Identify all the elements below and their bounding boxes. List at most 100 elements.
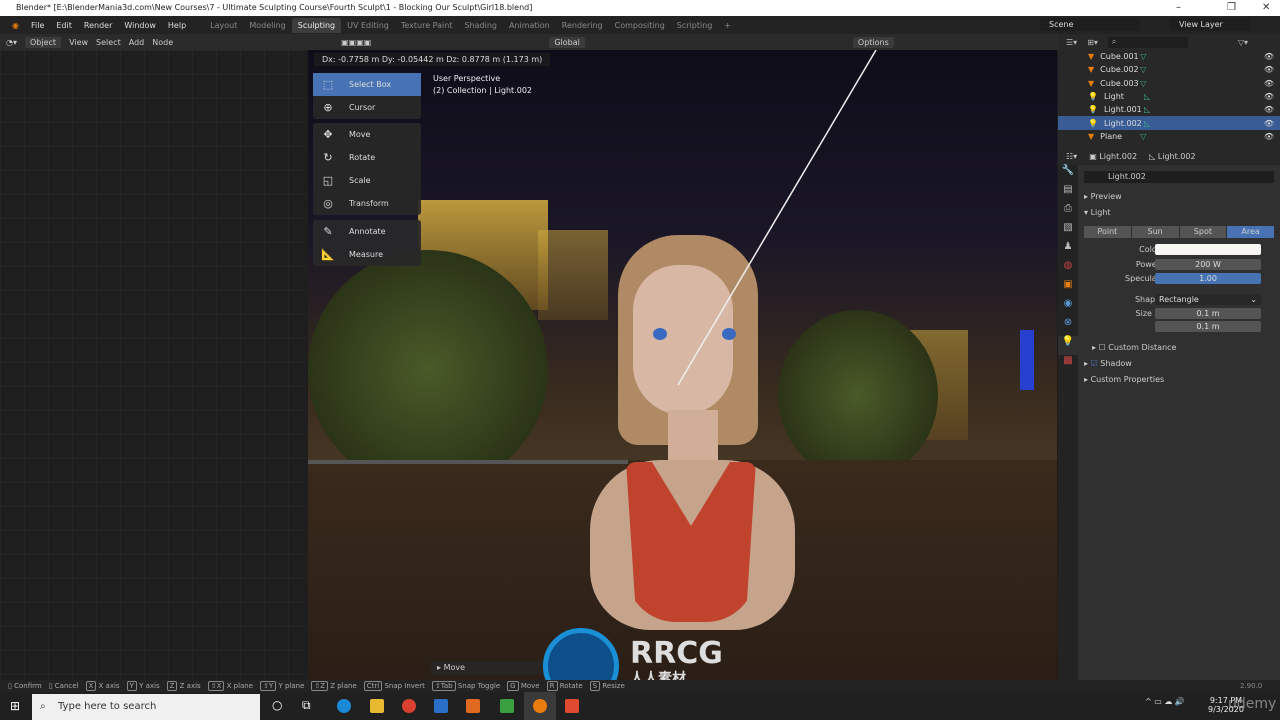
tab-modeling[interactable]: Modeling — [243, 21, 291, 30]
view-layer-tab-icon[interactable]: ▧ — [1058, 222, 1078, 241]
light-panel-header[interactable]: ▾ Light — [1084, 208, 1111, 217]
preview-panel-header[interactable]: ▸ Preview — [1084, 192, 1122, 201]
menu-select[interactable]: Select — [96, 38, 121, 47]
filter-icon[interactable]: ⊞▾ — [1087, 38, 1098, 47]
file-explorer-icon[interactable] — [370, 699, 384, 713]
light-type-sun[interactable]: Sun — [1131, 226, 1179, 238]
light-datablock-field[interactable]: Light.002 — [1084, 171, 1274, 183]
blender-taskbar-button[interactable] — [524, 692, 556, 720]
eye-icon[interactable]: 👁 — [1264, 105, 1274, 114]
scene-tab-icon[interactable]: ♟ — [1058, 241, 1078, 260]
outliner-item[interactable]: 💡 Light.001 ◺ 👁 — [1058, 103, 1280, 116]
menu-window[interactable]: Window — [118, 21, 162, 30]
maximize-button[interactable]: ❐ — [1227, 0, 1236, 16]
eye-icon[interactable]: 👁 — [1264, 132, 1274, 141]
tool-transform[interactable]: ◎ Transform — [313, 192, 421, 215]
power-field[interactable]: 200 W — [1155, 259, 1261, 270]
outliner-item[interactable]: 💡 Light.002 ◺ 👁 — [1058, 116, 1280, 130]
photos-icon[interactable] — [434, 699, 448, 713]
size-x-field[interactable]: 0.1 m — [1155, 308, 1261, 319]
tab-uv-editing[interactable]: UV Editing — [341, 21, 395, 30]
sublime-icon[interactable] — [466, 699, 480, 713]
minimize-button[interactable]: – — [1176, 0, 1181, 16]
camtasia-icon[interactable] — [500, 699, 514, 713]
3d-viewport[interactable]: Dx: -0.7758 m Dy: -0.05442 m Dz: 0.8778 … — [308, 50, 1057, 680]
tool-select-box[interactable]: ⬚ Select Box — [313, 73, 421, 96]
world-tab-icon[interactable]: ◍ — [1058, 260, 1078, 279]
specular-slider[interactable]: 1.00 — [1155, 273, 1261, 284]
tool-tab-icon[interactable]: 🔧 — [1058, 165, 1078, 184]
task-view-icon[interactable]: ⧉ — [302, 698, 311, 713]
tool-annotate[interactable]: ✎ Annotate — [313, 220, 421, 243]
output-tab-icon[interactable]: ⎙ — [1058, 203, 1078, 222]
shape-dropdown[interactable]: Rectangle ⌄ — [1155, 294, 1261, 305]
cortana-icon[interactable]: ○ — [272, 698, 282, 712]
shadow-panel[interactable]: ▸ ☑ Shadow — [1084, 359, 1132, 368]
color-swatch[interactable] — [1155, 244, 1261, 255]
physics-tab-icon[interactable]: ◉ — [1058, 298, 1078, 317]
outliner-item[interactable]: ▼ Cube.002 ▽ 👁 — [1058, 63, 1280, 76]
view-layer-selector[interactable]: View Layer — [1170, 18, 1250, 31]
render-tab-icon[interactable]: ▤ — [1058, 184, 1078, 203]
add-workspace-button[interactable]: + — [718, 21, 737, 30]
eye-icon[interactable]: 👁 — [1264, 119, 1274, 128]
menu-add[interactable]: Add — [129, 38, 145, 47]
tab-shading[interactable]: Shading — [458, 21, 503, 30]
tab-compositing[interactable]: Compositing — [609, 21, 671, 30]
blender-logo-icon[interactable]: ◉ — [6, 21, 25, 30]
outliner-item[interactable]: 💡 Light ◺ 👁 — [1058, 90, 1280, 103]
tab-animation[interactable]: Animation — [503, 21, 556, 30]
scene-selector[interactable]: Scene — [1040, 18, 1140, 31]
edge-icon[interactable] — [337, 699, 351, 713]
tab-sculpting[interactable]: Sculpting — [291, 17, 342, 33]
eye-icon[interactable]: 👁 — [1264, 92, 1274, 101]
options-dropdown[interactable]: Options — [852, 36, 894, 48]
light-type-area[interactable]: Area — [1227, 226, 1274, 238]
texture-tab-icon[interactable]: ▩ — [1058, 355, 1078, 374]
tool-move[interactable]: ✥ Move — [313, 123, 421, 146]
light-type-point[interactable]: Point — [1084, 226, 1131, 238]
select-mode-icon[interactable]: ▣▣▣▣ — [341, 38, 371, 47]
menu-file[interactable]: File — [25, 21, 50, 30]
outliner-item[interactable]: ▼ Cube.003 ▽ 👁 — [1058, 77, 1280, 90]
close-button[interactable]: ✕ — [1262, 0, 1270, 16]
menu-render[interactable]: Render — [78, 21, 118, 30]
operator-panel[interactable]: ▸ Move — [431, 661, 551, 675]
tool-scale[interactable]: ◱ Scale — [313, 169, 421, 192]
outliner-item[interactable]: ▼ Cube.001 ▽ 👁 — [1058, 50, 1280, 63]
node-editor[interactable] — [0, 50, 307, 680]
light-type-spot[interactable]: Spot — [1179, 226, 1227, 238]
outliner-search-input[interactable]: ⌕ — [1107, 36, 1188, 48]
eye-icon[interactable]: 👁 — [1264, 65, 1274, 74]
tab-rendering[interactable]: Rendering — [556, 21, 609, 30]
chrome-icon[interactable] — [402, 699, 416, 713]
eye-icon[interactable]: 👁 — [1264, 79, 1274, 88]
mode-dropdown[interactable]: Object — [25, 36, 62, 48]
windows-start-icon[interactable]: ⊞ — [10, 699, 20, 713]
editor-type-icon[interactable]: ◔▾ — [6, 38, 17, 47]
object-tab-icon[interactable]: ▣ — [1058, 279, 1078, 298]
menu-edit[interactable]: Edit — [50, 21, 78, 30]
tab-texture-paint[interactable]: Texture Paint — [395, 21, 459, 30]
tab-layout[interactable]: Layout — [204, 21, 243, 30]
orientation-dropdown[interactable]: Global — [549, 36, 585, 48]
custom-distance-panel[interactable]: ▸ ☐ Custom Distance — [1092, 343, 1176, 352]
outliner-item[interactable]: ▼ Plane ▽ 👁 — [1058, 130, 1280, 143]
eye-icon[interactable]: 👁 — [1264, 52, 1274, 61]
shadow-checkbox[interactable]: ☑ — [1091, 359, 1098, 368]
display-mode-icon[interactable]: ☰▾ — [1066, 38, 1077, 47]
tool-cursor[interactable]: ⊕ Cursor — [313, 96, 421, 119]
tab-scripting[interactable]: Scripting — [671, 21, 719, 30]
size-y-field[interactable]: 0.1 m — [1155, 321, 1261, 332]
menu-help[interactable]: Help — [162, 21, 192, 30]
menu-node[interactable]: Node — [152, 38, 173, 47]
tray-icons[interactable]: ^ ▭ ☁ 🔊 — [1145, 697, 1185, 706]
editor-type-icon[interactable]: ☷▾ — [1066, 152, 1077, 161]
funnel-icon[interactable]: ▽▾ — [1238, 38, 1248, 47]
recorder-icon[interactable] — [565, 699, 579, 713]
tool-measure[interactable]: 📐 Measure — [313, 243, 421, 266]
taskbar-search-input[interactable]: ⌕ Type here to search — [32, 694, 260, 720]
light-data-tab-icon[interactable]: 💡 — [1058, 336, 1078, 355]
menu-view[interactable]: View — [69, 38, 88, 47]
custom-properties-panel[interactable]: ▸ Custom Properties — [1084, 375, 1164, 384]
